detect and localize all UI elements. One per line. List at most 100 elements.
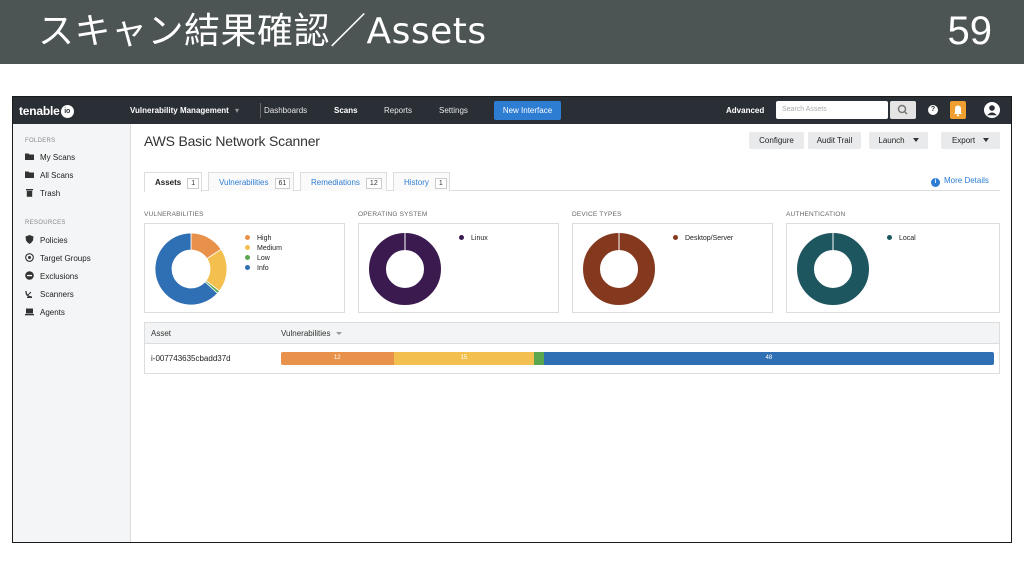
sidebar-item-my-scans[interactable]: My Scans (25, 152, 75, 164)
device-types-donut-chart[interactable] (582, 232, 656, 306)
device-types-panel: Desktop/Server (572, 223, 773, 313)
bell-icon (954, 105, 962, 117)
tab-label: Vulnerabilities (219, 178, 269, 187)
slide-header: スキャン結果確認／Assets 59 (0, 0, 1024, 64)
legend-item-medium: Medium (245, 244, 282, 254)
operating-system-panel: Linux (358, 223, 559, 313)
device-types-legend: Desktop/Server (673, 234, 733, 244)
legend-item-desktop-server: Desktop/Server (673, 234, 733, 244)
nav-scans[interactable]: Scans (334, 106, 358, 115)
vulnerabilities-donut-chart[interactable] (154, 232, 228, 306)
legend-item-linux: Linux (459, 234, 488, 244)
operating-system-donut-chart[interactable] (368, 232, 442, 306)
caret-down-icon (912, 138, 919, 142)
legend-label: Low (257, 255, 270, 262)
nav-settings[interactable]: Settings (439, 106, 468, 115)
sidebar-item-target-groups[interactable]: Target Groups (25, 253, 91, 265)
sidebar-item-label: My Scans (40, 153, 76, 162)
more-details-label: More Details (944, 176, 989, 185)
help-icon[interactable]: ? (928, 105, 938, 115)
sidebar-item-label: Agents (40, 308, 65, 317)
tab-label: Remediations (311, 178, 360, 187)
severity-segment-high[interactable]: 12 (281, 352, 394, 365)
legend-item-local: Local (887, 234, 916, 244)
nav-reports[interactable]: Reports (384, 106, 412, 115)
nav-vulnerability-management[interactable]: Vulnerability Management (130, 106, 229, 115)
sidebar-item-exclusions[interactable]: Exclusions (25, 271, 78, 283)
severity-segment-info[interactable]: 48 (543, 352, 994, 365)
tab-label: Assets (155, 178, 182, 187)
legend-label: Local (899, 235, 916, 242)
tab-count-badge: 12 (365, 178, 382, 189)
column-header-vulnerabilities[interactable]: Vulnerabilities (281, 323, 342, 344)
sidebar-item-scanners[interactable]: Scanners (25, 289, 74, 301)
launch-label: Launch (878, 136, 905, 145)
search-button[interactable] (890, 101, 916, 119)
authentication-legend: Local (887, 234, 916, 244)
satellite-dish-icon (25, 289, 34, 298)
legend-dot (245, 265, 250, 270)
trash-icon (25, 188, 34, 197)
page-title: AWS Basic Network Scanner (144, 133, 320, 149)
sidebar-item-agents[interactable]: Agents (25, 307, 65, 319)
export-label: Export (951, 136, 976, 145)
sidebar: FOLDERS My Scans All Scans Trash RESOURC… (13, 124, 131, 542)
export-button[interactable]: Export (941, 132, 1000, 149)
tab-count-badge: 61 (274, 178, 291, 189)
asset-name-cell[interactable]: i-007743635cbadd37d (151, 354, 231, 363)
nav-dashboards[interactable]: Dashboards (264, 106, 307, 115)
tab-remediations[interactable]: Remediations 12 (300, 172, 387, 191)
legend-dot (459, 235, 464, 240)
target-icon (25, 253, 34, 262)
panel-title-operating-system: OPERATING SYSTEM (358, 211, 428, 218)
new-interface-button[interactable]: New Interface (494, 101, 561, 120)
panel-title-device-types: DEVICE TYPES (572, 211, 622, 218)
search-assets-input[interactable]: Search Assets (776, 101, 888, 119)
authentication-donut-chart[interactable] (796, 232, 870, 306)
chevron-down-icon[interactable]: ▾ (235, 106, 239, 115)
advanced-search-link[interactable]: Advanced (726, 106, 764, 115)
legend-dot (245, 255, 250, 260)
sidebar-item-policies[interactable]: Policies (25, 235, 68, 247)
tenable-logo[interactable]: tenable io (19, 104, 74, 119)
vulnerability-severity-bar[interactable]: 12 15 48 (281, 352, 994, 365)
tab-assets[interactable]: Assets 1 (144, 172, 202, 192)
top-navigation-bar: tenable io Vulnerability Management ▾ Das… (13, 97, 1011, 124)
tab-label: History (404, 178, 429, 187)
tab-bar: Assets 1 Vulnerabilities 61 Remediations 12… (144, 172, 1000, 192)
legend-dot (245, 245, 250, 250)
severity-segment-low[interactable] (534, 352, 544, 365)
user-avatar-button[interactable] (984, 102, 1000, 118)
folder-icon (25, 152, 34, 161)
sidebar-item-trash[interactable]: Trash (25, 188, 60, 200)
tab-vulnerabilities[interactable]: Vulnerabilities 61 (208, 172, 294, 191)
sort-down-icon (335, 332, 342, 335)
notifications-bell-button[interactable] (950, 101, 966, 119)
legend-item-info: Info (245, 264, 282, 274)
info-icon: i (931, 178, 940, 187)
severity-segment-medium[interactable]: 15 (393, 352, 535, 365)
sidebar-item-all-scans[interactable]: All Scans (25, 170, 73, 182)
main-content: AWS Basic Network Scanner Configure Audi… (131, 124, 1011, 542)
tab-history[interactable]: History 1 (393, 172, 450, 191)
column-header-asset[interactable]: Asset (151, 323, 171, 344)
more-details-link[interactable]: i More Details (931, 176, 989, 187)
legend-item-low: Low (245, 254, 282, 264)
audit-trail-button[interactable]: Audit Trail (808, 132, 861, 149)
laptop-icon (25, 307, 34, 316)
folders-heading: FOLDERS (25, 138, 56, 144)
search-icon (897, 104, 908, 115)
legend-item-high: High (245, 234, 282, 244)
folder-icon (25, 170, 34, 179)
sidebar-item-label: Scanners (40, 290, 74, 299)
column-header-label: Vulnerabilities (281, 329, 331, 338)
sidebar-item-label: Policies (40, 236, 68, 245)
legend-dot (245, 235, 250, 240)
legend-label: Medium (257, 245, 282, 252)
slide-title: スキャン結果確認／Assets (38, 11, 487, 52)
caret-down-icon (983, 138, 990, 142)
table-header-row: Asset Vulnerabilities (145, 323, 999, 344)
tab-count-badge: 1 (434, 178, 447, 189)
configure-button[interactable]: Configure (749, 132, 804, 149)
launch-button[interactable]: Launch (869, 132, 928, 149)
